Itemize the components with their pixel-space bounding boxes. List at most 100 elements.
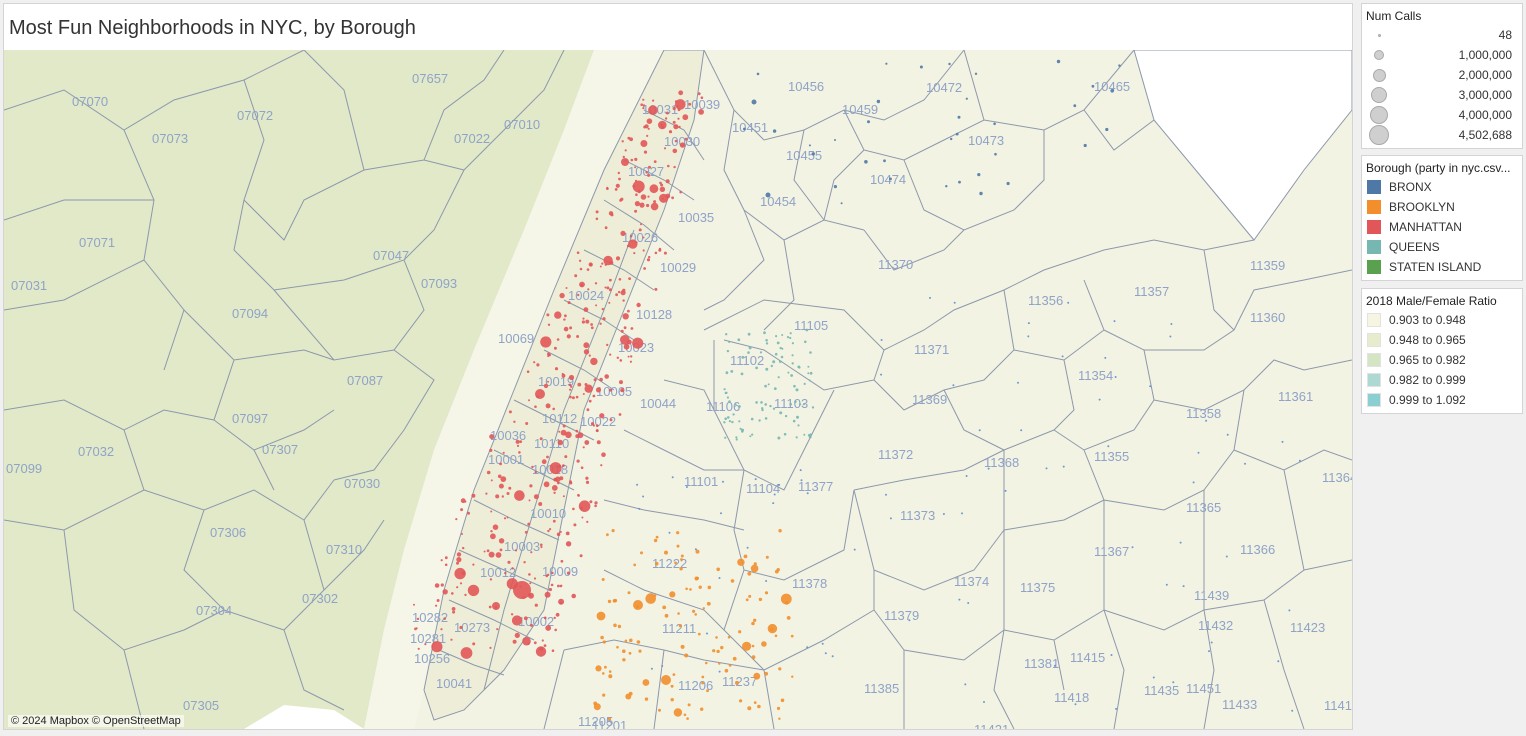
call-volume-dot[interactable]	[1288, 609, 1291, 612]
call-volume-dot[interactable]	[769, 404, 772, 408]
call-volume-dot[interactable]	[539, 437, 543, 441]
call-volume-dot[interactable]	[758, 597, 763, 602]
call-volume-dot[interactable]	[876, 99, 881, 104]
call-volume-dot[interactable]	[413, 603, 415, 606]
call-volume-dot[interactable]	[1056, 59, 1061, 64]
call-volume-dot[interactable]	[780, 698, 785, 703]
call-volume-dot[interactable]	[706, 632, 708, 635]
call-volume-dot[interactable]	[543, 383, 549, 389]
call-volume-dot[interactable]	[765, 192, 771, 198]
call-volume-dot[interactable]	[725, 371, 729, 375]
call-volume-dot[interactable]	[593, 703, 601, 711]
call-volume-dot[interactable]	[547, 380, 549, 383]
call-volume-dot[interactable]	[633, 600, 643, 610]
call-volume-dot[interactable]	[673, 124, 679, 130]
call-volume-dot[interactable]	[573, 523, 577, 527]
call-volume-dot[interactable]	[648, 165, 651, 169]
call-volume-dot[interactable]	[558, 464, 562, 468]
call-volume-dot[interactable]	[695, 549, 700, 554]
call-volume-dot[interactable]	[443, 617, 447, 620]
call-volume-dot[interactable]	[723, 388, 726, 391]
call-volume-dot[interactable]	[501, 495, 504, 498]
call-volume-dot[interactable]	[672, 673, 676, 676]
call-volume-dot[interactable]	[546, 313, 550, 317]
call-volume-dot[interactable]	[790, 374, 793, 377]
call-volume-dot[interactable]	[590, 323, 593, 326]
call-volume-dot[interactable]	[1105, 127, 1109, 132]
call-volume-dot[interactable]	[834, 139, 836, 141]
call-volume-dot[interactable]	[633, 563, 637, 567]
call-volume-dot[interactable]	[789, 403, 792, 406]
call-volume-dot[interactable]	[499, 548, 503, 552]
call-volume-dot[interactable]	[546, 455, 549, 459]
call-volume-dot[interactable]	[725, 391, 728, 394]
call-volume-dot[interactable]	[767, 383, 770, 386]
call-volume-dot[interactable]	[678, 90, 684, 96]
call-volume-dot[interactable]	[619, 359, 623, 362]
call-volume-dot[interactable]	[773, 493, 776, 496]
call-volume-dot[interactable]	[725, 333, 728, 336]
call-volume-dot[interactable]	[732, 656, 737, 661]
call-volume-dot[interactable]	[634, 157, 638, 161]
call-volume-dot[interactable]	[626, 244, 630, 248]
call-volume-dot[interactable]	[602, 317, 606, 321]
call-volume-dot[interactable]	[919, 65, 923, 69]
call-volume-dot[interactable]	[955, 132, 959, 136]
call-volume-dot[interactable]	[604, 226, 608, 230]
call-volume-dot[interactable]	[1197, 451, 1200, 454]
call-volume-dot[interactable]	[610, 213, 614, 217]
call-volume-dot[interactable]	[967, 602, 970, 604]
call-volume-dot[interactable]	[761, 641, 767, 647]
call-volume-dot[interactable]	[642, 104, 646, 107]
call-volume-dot[interactable]	[564, 455, 568, 459]
call-volume-dot[interactable]	[551, 571, 554, 575]
call-volume-dot[interactable]	[795, 436, 798, 439]
call-volume-dot[interactable]	[456, 586, 459, 589]
call-volume-dot[interactable]	[569, 395, 572, 399]
call-volume-dot[interactable]	[638, 228, 642, 232]
call-volume-dot[interactable]	[755, 366, 758, 370]
call-volume-dot[interactable]	[743, 127, 746, 131]
call-volume-dot[interactable]	[556, 532, 561, 537]
call-volume-dot[interactable]	[824, 652, 827, 655]
call-volume-dot[interactable]	[1210, 641, 1213, 644]
call-volume-dot[interactable]	[647, 173, 651, 177]
call-volume-dot[interactable]	[779, 360, 782, 363]
call-volume-dot[interactable]	[541, 639, 544, 642]
call-volume-dot[interactable]	[760, 401, 763, 404]
call-volume-dot[interactable]	[460, 647, 473, 659]
call-volume-dot[interactable]	[568, 374, 575, 381]
call-volume-dot[interactable]	[594, 501, 598, 505]
call-volume-dot[interactable]	[671, 196, 674, 200]
call-volume-dot[interactable]	[664, 550, 668, 555]
call-volume-dot[interactable]	[553, 616, 556, 620]
call-volume-dot[interactable]	[528, 499, 531, 502]
call-volume-dot[interactable]	[730, 370, 734, 373]
call-volume-dot[interactable]	[732, 413, 735, 416]
call-volume-dot[interactable]	[792, 419, 796, 423]
call-volume-dot[interactable]	[511, 567, 514, 570]
call-volume-dot[interactable]	[442, 589, 448, 595]
call-volume-dot[interactable]	[558, 430, 561, 433]
call-volume-dot[interactable]	[791, 342, 795, 345]
call-volume-dot[interactable]	[452, 610, 456, 614]
call-volume-dot[interactable]	[779, 411, 783, 415]
call-volume-dot[interactable]	[795, 388, 799, 392]
call-volume-dot[interactable]	[525, 422, 529, 425]
call-volume-dot[interactable]	[723, 421, 726, 424]
call-volume-dot[interactable]	[735, 680, 739, 685]
call-volume-dot[interactable]	[594, 282, 598, 285]
call-volume-dot[interactable]	[797, 424, 800, 427]
call-volume-dot[interactable]	[535, 389, 545, 399]
call-volume-dot[interactable]	[618, 413, 622, 416]
call-volume-dot[interactable]	[586, 268, 590, 271]
call-volume-dot[interactable]	[527, 522, 531, 526]
call-volume-dot[interactable]	[679, 142, 686, 148]
call-volume-dot[interactable]	[609, 388, 612, 392]
call-volume-dot[interactable]	[583, 349, 590, 355]
call-volume-dot[interactable]	[684, 653, 689, 658]
call-volume-dot[interactable]	[659, 186, 666, 192]
call-volume-dot[interactable]	[659, 181, 662, 185]
call-volume-dot[interactable]	[658, 248, 662, 252]
call-volume-dot[interactable]	[497, 474, 502, 479]
